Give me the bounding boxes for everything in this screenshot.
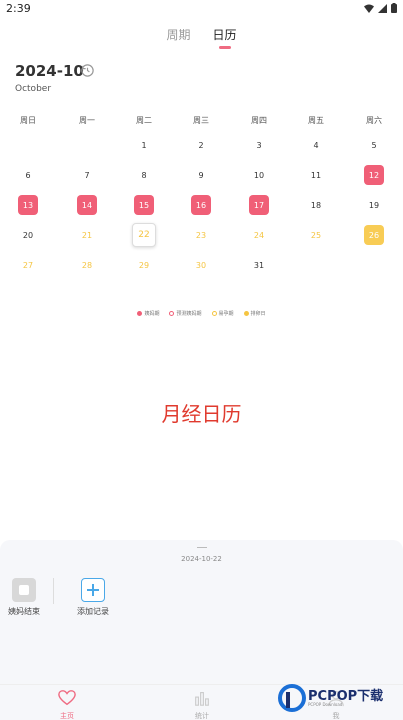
legend-item: 排卵日 (243, 310, 266, 317)
watermark-text: 月经日历 (161, 402, 242, 426)
calendar-day[interactable]: 5 (364, 135, 384, 155)
calendar-day[interactable]: 14 (77, 195, 97, 215)
period-end-button[interactable]: 姨妈结束 (0, 578, 54, 617)
legend-dot-icon (137, 311, 143, 316)
calendar-day[interactable]: 31 (249, 255, 269, 275)
calendar-day[interactable]: 21 (77, 225, 97, 245)
calendar-day[interactable]: 19 (364, 195, 384, 215)
legend: 姨妈期 预测姨妈期 易孕期 排卵日 (0, 310, 403, 317)
calendar-grid: 1 2 3 4 5 6 7 8 9 10 11 12 13 14 15 16 17 18 19 20 21 22 23 24 2… (0, 0, 403, 290)
add-record-label: 添加记录 (77, 607, 109, 616)
calendar-day[interactable]: 26 (364, 225, 384, 245)
calendar-day[interactable]: 2 (191, 135, 211, 155)
calendar-day[interactable]: 11 (306, 165, 326, 185)
calendar-day[interactable]: 23 (191, 225, 211, 245)
legend-item: 易孕期 (211, 310, 234, 317)
calendar-day[interactable]: 24 (249, 225, 269, 245)
calendar-day[interactable]: 6 (18, 165, 38, 185)
calendar-day[interactable]: 10 (249, 165, 269, 185)
pcpop-logo: PCPOP下载 PCPOP Download (278, 683, 400, 713)
legend-label: 易孕期 (218, 311, 234, 317)
legend-dot-icon (169, 311, 175, 316)
pcpop-logo-sub: PCPOP Download (308, 702, 343, 707)
heart-icon (58, 690, 76, 706)
pcpop-logo-mark (278, 684, 306, 712)
bar-chart-icon (195, 692, 209, 706)
legend-label: 预测姨妈期 (176, 311, 202, 317)
calendar-day[interactable]: 9 (191, 165, 211, 185)
panel-date: 2024-10-22 (181, 555, 222, 563)
calendar-day[interactable]: 8 (134, 165, 154, 185)
panel-drag-handle[interactable] (197, 547, 207, 548)
calendar-day[interactable]: 4 (306, 135, 326, 155)
calendar-day[interactable]: 1 (134, 135, 154, 155)
nav-stats[interactable]: 统计 (182, 689, 222, 720)
calendar-day[interactable]: 17 (249, 195, 269, 215)
nav-home[interactable]: 主页 (47, 689, 87, 720)
legend-item: 预测姨妈期 (169, 310, 202, 317)
calendar-day[interactable]: 27 (18, 255, 38, 275)
calendar-day[interactable]: 16 (191, 195, 211, 215)
nav-stats-label: 统计 (195, 712, 209, 720)
calendar-day[interactable]: 20 (18, 225, 38, 245)
legend-dot-icon (243, 311, 249, 316)
calendar-day[interactable]: 30 (191, 255, 211, 275)
legend-item: 姨妈期 (137, 310, 159, 317)
calendar-day[interactable]: 18 (306, 195, 326, 215)
calendar-day[interactable]: 13 (18, 195, 38, 215)
calendar-day[interactable]: 25 (306, 225, 326, 245)
calendar-day[interactable]: 29 (134, 255, 154, 275)
add-record-button[interactable]: 添加记录 (63, 578, 123, 617)
calendar-day-today[interactable]: 22 (132, 223, 156, 247)
stop-icon (12, 578, 36, 602)
calendar-day[interactable]: 12 (364, 165, 384, 185)
nav-home-label: 主页 (60, 712, 74, 720)
period-end-label: 姨妈结束 (8, 607, 40, 616)
action-divider (53, 578, 54, 604)
calendar-day[interactable]: 3 (249, 135, 269, 155)
calendar-day[interactable]: 7 (77, 165, 97, 185)
calendar-day[interactable]: 15 (134, 195, 154, 215)
legend-label: 姨妈期 (144, 311, 160, 317)
plus-icon (81, 578, 105, 602)
legend-label: 排卵日 (250, 311, 266, 317)
legend-dot-icon (211, 311, 217, 316)
calendar-day[interactable]: 28 (77, 255, 97, 275)
